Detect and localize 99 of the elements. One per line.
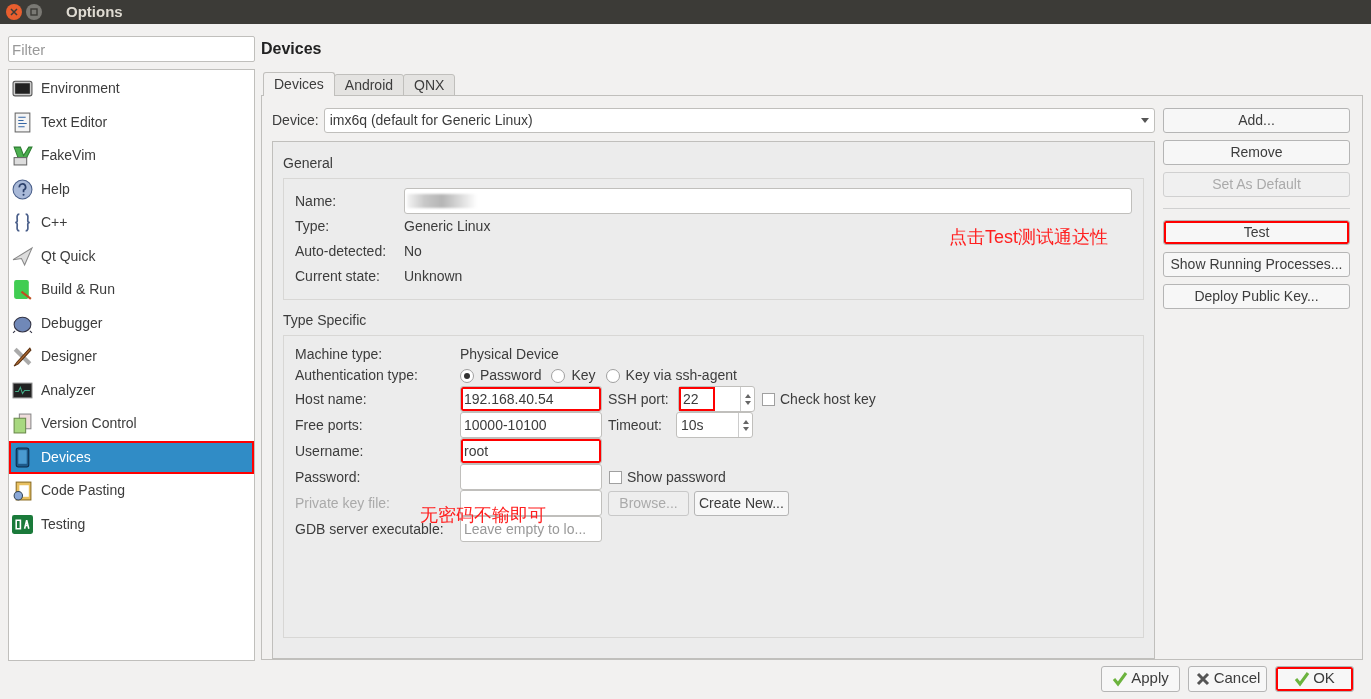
radio-button[interactable] — [605, 368, 620, 383]
field-label: Type: — [295, 217, 331, 236]
field-label: Password: — [295, 467, 362, 487]
timeout-spinbox[interactable]: 10s — [676, 412, 753, 438]
category-label: Text Editor — [41, 112, 108, 132]
field-label: Current state: — [295, 267, 381, 286]
field-label: Timeout: — [608, 415, 663, 435]
document-icon — [12, 111, 33, 133]
paper-plane-icon — [12, 245, 33, 267]
category-item[interactable]: C++ — [9, 206, 254, 240]
qa-icon — [12, 513, 33, 535]
field-label: SSH port: — [608, 389, 670, 409]
device-dropdown[interactable]: imx6q (default for Generic Linux) — [323, 108, 1155, 133]
page-title: Devices — [261, 39, 323, 59]
tab[interactable]: QNX — [403, 74, 456, 96]
clipboard-icon — [12, 480, 33, 502]
side-button[interactable]: Show Running Processes... — [1163, 252, 1350, 277]
field-value: Generic Linux — [404, 217, 491, 236]
checkbox-label: Check host key — [780, 389, 876, 409]
category-label: Testing — [41, 514, 86, 534]
category-item[interactable]: Help — [9, 172, 254, 206]
username-field[interactable]: root — [460, 438, 602, 464]
category-label: Code Pasting — [41, 481, 126, 501]
dialog-button[interactable]: Apply — [1101, 665, 1180, 692]
field-value: No — [404, 242, 422, 261]
category-item[interactable]: Text Editor — [9, 105, 254, 139]
field-label: Machine type: — [295, 345, 384, 364]
group-title: Type Specific — [283, 311, 368, 329]
dropdown-arrow-icon — [1141, 118, 1149, 123]
radio-label: Password — [480, 366, 542, 385]
letter-v-icon — [12, 145, 33, 167]
brush-icon — [12, 346, 33, 368]
field-label: Device: — [272, 111, 319, 130]
field-value: Unknown — [404, 267, 463, 286]
window-title: Options — [66, 1, 123, 22]
field-label: Name: — [295, 191, 338, 211]
dialog-button[interactable]: Cancel — [1188, 665, 1267, 692]
free-ports-field[interactable]: 10000-10100 — [460, 412, 602, 438]
category-item[interactable]: Analyzer — [9, 373, 254, 407]
category-label: Analyzer — [41, 380, 96, 400]
cross-icon — [1194, 670, 1211, 687]
maximize-button[interactable] — [26, 4, 42, 20]
radio-button[interactable] — [460, 368, 474, 383]
category-item[interactable]: Version Control — [9, 407, 254, 441]
tab[interactable]: Devices — [263, 72, 335, 96]
radio-label: Key via ssh-agent — [625, 366, 737, 385]
category-item[interactable]: Qt Quick — [9, 239, 254, 273]
monitor-icon — [12, 78, 33, 100]
field-label: Free ports: — [295, 415, 364, 435]
check-icon — [1112, 670, 1129, 687]
category-label: Version Control — [41, 414, 137, 434]
category-item[interactable]: Testing — [9, 507, 254, 541]
category-item[interactable]: Environment — [9, 72, 254, 106]
category-label: Help — [41, 179, 70, 199]
check-icon — [1294, 670, 1311, 687]
annotation-text: 点击Test测试通达性 — [949, 226, 1108, 249]
side-button[interactable]: Add... — [1163, 108, 1350, 133]
side-button[interactable]: Deploy Public Key... — [1163, 284, 1350, 309]
category-label: FakeVim — [41, 146, 96, 166]
group-title: General — [283, 154, 334, 172]
close-icon — [10, 8, 18, 16]
maximize-icon — [30, 8, 38, 16]
files-icon — [12, 413, 33, 435]
braces-icon — [12, 212, 33, 234]
category-label: Devices — [41, 447, 91, 467]
name-field[interactable] — [404, 188, 1132, 214]
radio-button[interactable] — [551, 368, 566, 383]
field-label: Username: — [295, 441, 365, 461]
checkbox-label: Show password — [627, 467, 726, 487]
password-field[interactable] — [460, 464, 602, 490]
filter-field[interactable]: Filter — [8, 36, 255, 62]
radio-label: Key — [571, 366, 596, 385]
side-button[interactable]: Remove — [1163, 140, 1350, 165]
tab[interactable]: Android — [333, 74, 405, 96]
field-label: Authentication type: — [295, 366, 419, 385]
help-icon — [12, 178, 33, 200]
field-label: Host name: — [295, 389, 368, 409]
ssh-port-spinbox[interactable]: 22 — [678, 386, 755, 412]
field-label: Private key file: — [295, 493, 391, 513]
checkbox[interactable] — [762, 392, 775, 406]
dialog-button[interactable]: OK — [1275, 665, 1354, 692]
category-item[interactable]: Debugger — [9, 306, 254, 340]
checkbox[interactable] — [609, 470, 622, 484]
category-label: Build & Run — [41, 280, 115, 300]
category-label: Designer — [41, 347, 98, 367]
category-label: Debugger — [41, 313, 103, 333]
category-item[interactable]: Devices — [9, 440, 254, 474]
category-label: Qt Quick — [41, 246, 96, 266]
host-name-field[interactable]: 192.168.40.54 — [460, 386, 602, 412]
category-item[interactable]: FakeVim — [9, 139, 254, 173]
category-label: Environment — [41, 79, 120, 99]
category-item[interactable]: Designer — [9, 340, 254, 374]
category-item[interactable]: Code Pasting — [9, 474, 254, 508]
side-button[interactable]: Test — [1163, 220, 1350, 245]
category-item[interactable]: Build & Run — [9, 273, 254, 307]
category-label: C++ — [41, 213, 68, 233]
field-label: Auto-detected: — [295, 242, 388, 261]
field-value: Physical Device — [460, 345, 559, 364]
close-button[interactable] — [6, 4, 22, 20]
